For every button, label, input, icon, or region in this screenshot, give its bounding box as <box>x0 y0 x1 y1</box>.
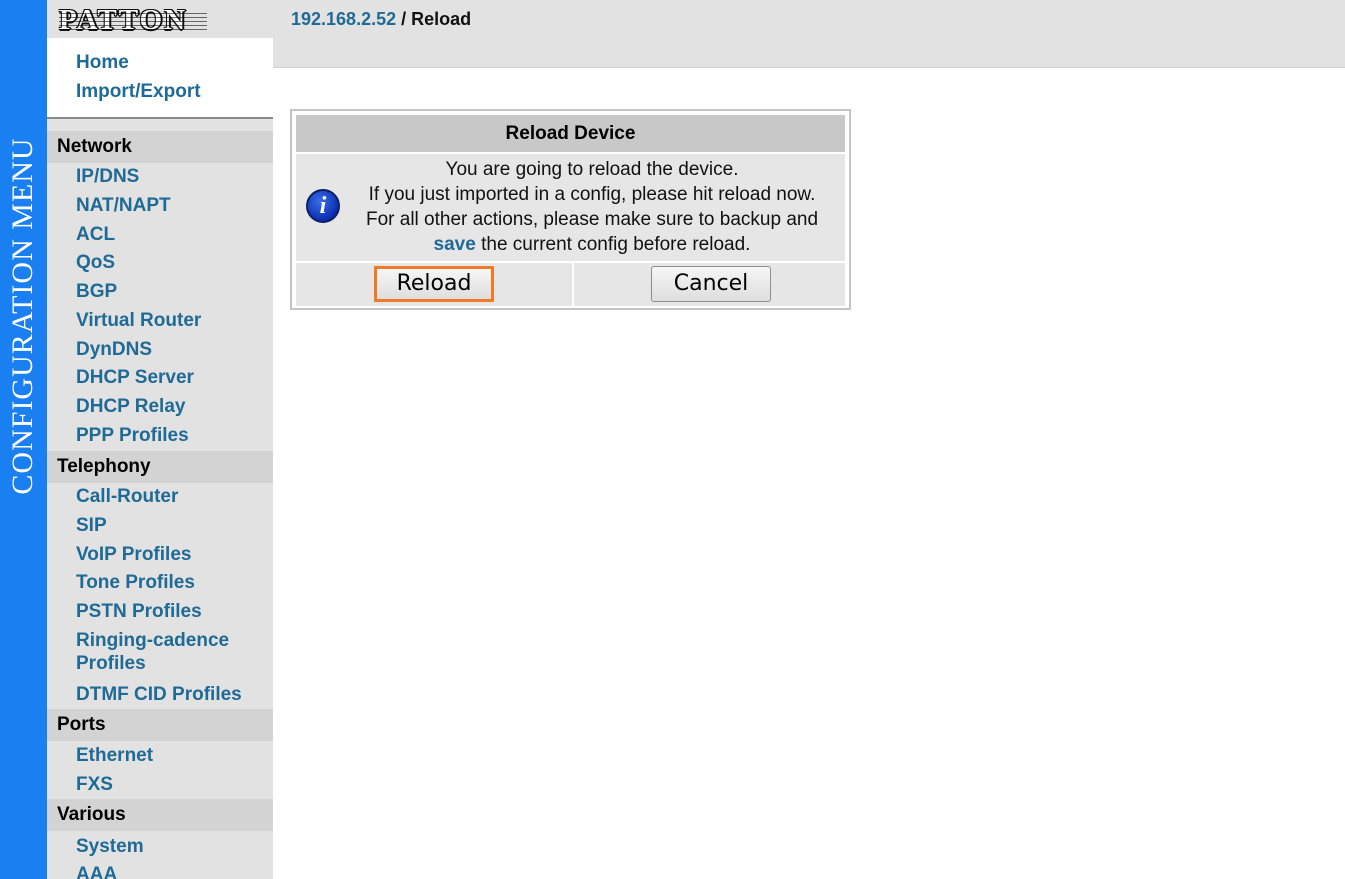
sidebar-item-dhcp-relay[interactable]: DHCP Relay <box>76 395 185 418</box>
sidebar-item-system[interactable]: System <box>76 835 144 858</box>
sidebar-item-dhcp-server[interactable]: DHCP Server <box>76 366 194 389</box>
sidebar-item-home[interactable]: Home <box>76 51 129 74</box>
sidebar-item-qos[interactable]: QoS <box>76 251 115 274</box>
sidebar-item-ringing-cadence-profiles[interactable]: Ringing-cadence Profiles <box>76 629 256 675</box>
banner-text: CONFIGURATION MENU <box>6 137 39 495</box>
dialog-title: Reload Device <box>296 115 845 152</box>
info-icon: i <box>306 189 340 223</box>
dialog-message: You are going to reload the device. If y… <box>344 157 840 257</box>
configuration-menu-banner: CONFIGURATION MENU <box>0 0 47 879</box>
sidebar-item-dyndns[interactable]: DynDNS <box>76 338 152 361</box>
breadcrumb: 192.168.2.52 / Reload <box>291 8 471 30</box>
message-line-4-rest: the current config before reload. <box>475 234 751 255</box>
section-various: Various <box>47 799 273 831</box>
save-link[interactable]: save <box>434 234 476 255</box>
breadcrumb-current-page: Reload <box>411 9 472 29</box>
dialog-actions: Reload Cancel <box>296 263 845 306</box>
sidebar-item-tone-profiles[interactable]: Tone Profiles <box>76 571 195 594</box>
patton-logo: PATTON <box>59 4 188 36</box>
section-ports: Ports <box>47 709 273 741</box>
sidebar-item-nat-napt[interactable]: NAT/NAPT <box>76 194 171 217</box>
section-network: Network <box>47 131 273 163</box>
dialog-body: i You are going to reload the device. If… <box>296 154 845 261</box>
section-telephony: Telephony <box>47 451 273 483</box>
sidebar-item-bgp[interactable]: BGP <box>76 280 117 303</box>
sidebar-top-links <box>47 38 273 118</box>
sidebar-item-fxs[interactable]: FXS <box>76 773 113 796</box>
message-line-2: If you just imported in a config, please… <box>368 184 816 205</box>
sidebar-divider <box>47 117 273 119</box>
reload-dialog: Reload Device i You are going to reload … <box>290 109 851 310</box>
sidebar-item-ethernet[interactable]: Ethernet <box>76 744 153 767</box>
header: 192.168.2.52 / Reload <box>273 0 1345 68</box>
breadcrumb-separator: / <box>401 9 407 29</box>
sidebar-item-call-router[interactable]: Call-Router <box>76 485 178 508</box>
message-line-4: save the current config before reload. <box>344 232 840 257</box>
breadcrumb-ip-link[interactable]: 192.168.2.52 <box>291 9 396 29</box>
sidebar-item-sip[interactable]: SIP <box>76 514 107 537</box>
sidebar-item-ppp-profiles[interactable]: PPP Profiles <box>76 424 189 447</box>
sidebar-item-acl[interactable]: ACL <box>76 223 115 246</box>
sidebar-item-virtual-router[interactable]: Virtual Router <box>76 309 201 332</box>
sidebar-item-dtmf-cid-profiles[interactable]: DTMF CID Profiles <box>76 683 242 706</box>
cancel-button[interactable]: Cancel <box>651 266 771 302</box>
message-line-1: You are going to reload the device. <box>445 159 739 180</box>
sidebar-item-voip-profiles[interactable]: VoIP Profiles <box>76 543 191 566</box>
sidebar-item-aaa[interactable]: AAA <box>76 863 117 879</box>
reload-button[interactable]: Reload <box>374 266 494 302</box>
sidebar-item-import-export[interactable]: Import/Export <box>76 80 201 103</box>
sidebar: PATTON Home Import/Export Network IP/DNS… <box>47 0 273 879</box>
sidebar-item-pstn-profiles[interactable]: PSTN Profiles <box>76 600 202 623</box>
message-line-3: For all other actions, please make sure … <box>365 209 819 230</box>
sidebar-item-ip-dns[interactable]: IP/DNS <box>76 165 139 188</box>
actions-divider <box>572 263 574 306</box>
